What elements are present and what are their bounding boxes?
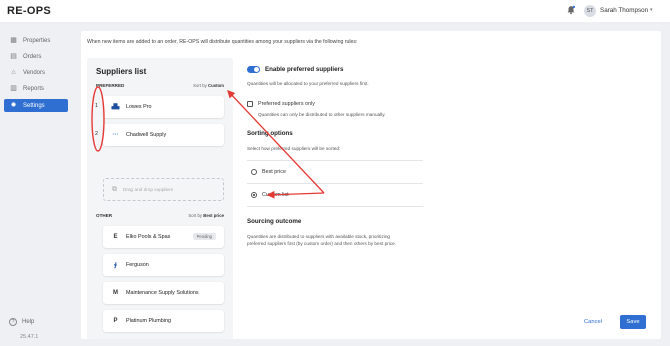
enable-preferred-toggle[interactable]: [247, 66, 260, 73]
sidebar-item-vendors[interactable]: ⌂ Vendors: [4, 66, 68, 79]
supplier-card-ferguson[interactable]: ⨎ Ferguson: [103, 254, 224, 276]
sorting-options-desc: Select how preferred suppliers will be s…: [247, 146, 341, 151]
report-icon: ▥: [10, 85, 17, 92]
sort-best-price-radio[interactable]: [251, 169, 257, 175]
app-logo[interactable]: RE-OPS: [7, 5, 51, 17]
other-sort-label[interactable]: Sort by Best price: [188, 213, 224, 218]
avatar[interactable]: ST: [584, 5, 596, 17]
help-link[interactable]: ? Help: [9, 318, 34, 326]
sorting-options-title: Sorting options: [247, 130, 293, 137]
chadwell-logo-icon: ···: [112, 132, 119, 138]
gear-icon: ✹: [10, 102, 17, 109]
help-icon: ?: [9, 318, 17, 326]
preferred-rank: 1: [95, 103, 98, 109]
enable-preferred-label: Enable preferred suppliers: [265, 66, 344, 73]
supplier-name: Chadwell Supply: [126, 132, 167, 138]
lowes-logo-icon: ▟▙: [111, 104, 120, 110]
suppliers-list: Suppliers list PREFERRED Sort by Custom …: [87, 58, 233, 339]
supplier-name: Maintenance Supply Solutions: [126, 290, 199, 296]
divider: [247, 160, 423, 161]
chevron-down-icon[interactable]: ▾: [650, 7, 653, 13]
app-version: 25.47.1: [20, 334, 39, 340]
supplier-letter-icon: P: [113, 318, 118, 324]
sort-custom-list-radio[interactable]: [251, 192, 257, 198]
supplier-name: Ferguson: [126, 262, 149, 268]
sidebar-item-label: Settings: [23, 102, 45, 109]
supplier-dropzone[interactable]: ⧉ Drag and drop suppliers: [103, 178, 224, 201]
supplier-card-platinum-plumbing[interactable]: P Platinum Plumbing: [103, 310, 224, 332]
sidebar-item-orders[interactable]: ▤ Orders: [4, 50, 68, 63]
intro-text: When new items are added to an order, RE…: [87, 39, 358, 45]
sidebar-item-label: Orders: [23, 53, 42, 60]
preferred-heading: PREFERRED: [96, 83, 125, 88]
supplier-card-maintenance-supply[interactable]: M Maintenance Supply Solutions: [103, 282, 224, 304]
save-button[interactable]: Save: [620, 315, 646, 329]
sourcing-outcome-desc-line2: preferred suppliers first (by custom ord…: [247, 241, 397, 246]
preferred-only-desc: Quantities can only be distributed to ot…: [258, 112, 386, 117]
sidebar-item-label: Properties: [23, 37, 51, 44]
suppliers-list-title: Suppliers list: [96, 67, 147, 76]
supplier-name: Lowes Pro: [126, 104, 152, 110]
divider: [247, 206, 423, 207]
sourcing-outcome-title: Sourcing outcome: [247, 218, 302, 225]
supplier-name: Platinum Plumbing: [126, 318, 171, 324]
preferred-only-checkbox[interactable]: [247, 101, 253, 107]
sidebar-item-reports[interactable]: ▥ Reports: [4, 82, 68, 95]
document-icon: ▤: [10, 53, 17, 60]
sort-custom-list-label: Custom list: [262, 192, 289, 198]
supplier-letter-icon: E: [113, 234, 118, 240]
ferguson-logo-icon: ⨎: [113, 262, 118, 269]
top-bar: RE-OPS ST Sarah Thompson ▾: [0, 0, 670, 22]
cancel-button[interactable]: Cancel: [584, 319, 602, 325]
other-heading: OTHER: [96, 213, 113, 218]
notification-bell-icon[interactable]: [566, 5, 576, 15]
preferred-sort-label[interactable]: Sort by Custom: [193, 83, 224, 88]
status-badge: Pending: [192, 233, 216, 240]
supplier-letter-icon: M: [113, 290, 118, 296]
settings-panel: When new items are added to an order, RE…: [81, 31, 661, 339]
preferred-only-label: Preferred suppliers only: [258, 101, 315, 107]
store-icon: ⌂: [11, 69, 16, 76]
enable-preferred-desc: Quantities will be allocated to your pre…: [247, 81, 369, 86]
sort-best-price-label: Best price: [262, 169, 286, 175]
drag-drop-icon: ⧉: [112, 185, 117, 193]
supplier-name: Elko Pools & Spas: [126, 234, 171, 240]
supplier-card-elko-pools[interactable]: E Elko Pools & Spas Pending: [103, 226, 224, 248]
user-name[interactable]: Sarah Thompson: [600, 7, 648, 14]
sidebar-item-label: Reports: [23, 85, 45, 92]
preferred-rank: 2: [95, 131, 98, 137]
sidebar-item-properties[interactable]: ▦ Properties: [4, 34, 68, 47]
sourcing-outcome-desc-line1: Quantities are distributed to suppliers …: [247, 234, 391, 239]
sidebar: ▦ Properties ▤ Orders ⌂ Vendors ▥ Report…: [0, 22, 70, 346]
sidebar-item-label: Vendors: [23, 69, 46, 76]
help-label: Help: [22, 319, 35, 325]
divider: [247, 183, 423, 184]
supplier-card-chadwell-supply[interactable]: ··· Chadwell Supply: [103, 124, 224, 146]
building-icon: ▦: [10, 37, 17, 44]
supplier-card-lowes-pro[interactable]: ▟▙ Lowes Pro: [103, 96, 224, 118]
sidebar-item-settings[interactable]: ✹ Settings: [4, 99, 68, 112]
